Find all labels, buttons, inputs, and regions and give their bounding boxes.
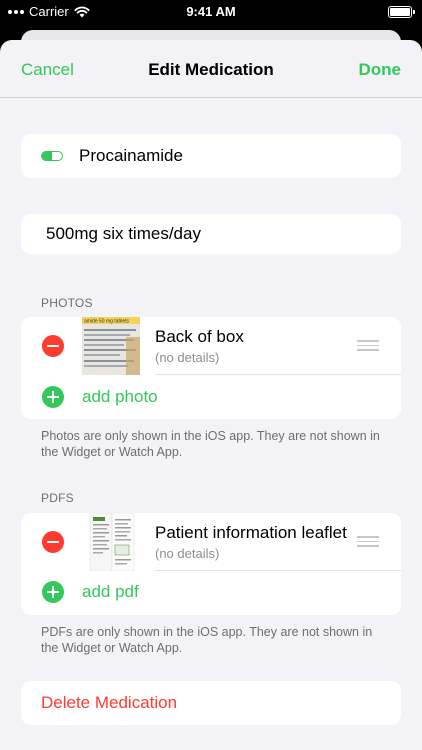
medication-name-field[interactable]: Procainamide [21,134,401,178]
photo-row[interactable]: amide 50 mg tablets Back of box (no deta… [21,317,401,375]
minus-circle-icon[interactable] [42,531,64,553]
pdfs-footer-note: PDFs are only shown in the iOS app. They… [41,625,373,655]
reorder-grip-icon[interactable] [357,536,379,547]
photos-footer-note: Photos are only shown in the iOS app. Th… [41,429,380,459]
plus-circle-icon[interactable] [42,386,64,408]
add-photo-label: add photo [82,387,158,406]
medication-name: Procainamide [79,146,183,165]
pdf-subtitle: (no details) [155,546,220,561]
battery-icon [388,6,415,18]
pdf-title: Patient information leaflet [155,523,347,542]
add-pdf-row[interactable]: add pdf [21,571,401,615]
done-button[interactable]: Done [359,60,402,80]
delete-medication-button[interactable]: Delete Medication [21,681,401,725]
minus-circle-icon[interactable] [42,335,64,357]
pdf-thumbnail[interactable] [82,513,140,571]
pdf-row[interactable]: Patient information leaflet (no details) [21,513,401,571]
thumbnail-caption: amide 50 mg tablets [84,319,130,325]
pdfs-section-header: PDFS [41,491,74,505]
pdfs-list: Patient information leaflet (no details)… [21,513,401,615]
photos-list: amide 50 mg tablets Back of box (no deta… [21,317,401,419]
delete-medication-label: Delete Medication [41,693,178,712]
edit-medication-sheet: Cancel Edit Medication Done Procainamide… [0,40,422,750]
dosage-text: 500mg six times/day [46,224,201,243]
plus-circle-icon[interactable] [42,581,64,603]
photo-subtitle: (no details) [155,350,220,365]
photo-thumbnail[interactable]: amide 50 mg tablets [82,317,140,375]
add-photo-row[interactable]: add photo [21,375,401,419]
add-pdf-label: add pdf [82,582,139,601]
status-time: 9:41 AM [186,4,236,19]
photos-section-header: PHOTOS [41,296,93,310]
pill-icon [41,151,63,161]
photo-title: Back of box [155,327,244,346]
status-bar: Carrier 9:41 AM [0,0,422,24]
reorder-grip-icon[interactable] [357,340,379,351]
nav-bar: Cancel Edit Medication Done [0,40,422,98]
dosage-field[interactable]: 500mg six times/day [21,214,401,254]
